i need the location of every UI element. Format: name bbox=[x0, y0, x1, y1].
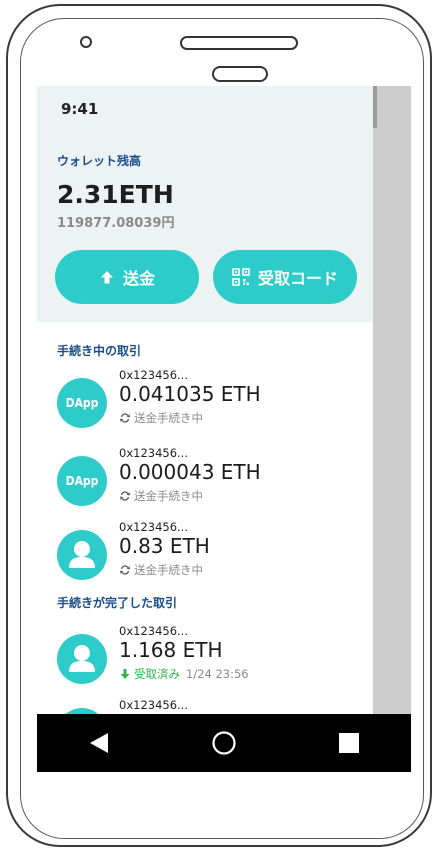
tx-status: 受取済み 1/24 23:56 bbox=[119, 666, 249, 682]
completed-tx-item[interactable]: 0x123456... 1.168 ETH 受取済み 1/24 23:56 bbox=[57, 624, 367, 696]
camera-icon bbox=[80, 36, 92, 48]
tx-status: 送金手続き中 bbox=[119, 410, 203, 426]
scrollbar[interactable] bbox=[373, 86, 411, 714]
scrollbar-thumb[interactable] bbox=[373, 86, 377, 128]
pending-tx-item[interactable]: DApp 0x123456... 0.000043 ETH 送金手続き中 bbox=[57, 446, 367, 518]
tx-status: 送金手続き中 bbox=[119, 562, 203, 578]
tx-amount: 0.000043 ETH bbox=[119, 460, 261, 484]
user-avatar-icon bbox=[57, 530, 107, 580]
arrow-down-icon bbox=[119, 668, 131, 680]
home-icon[interactable] bbox=[204, 723, 244, 763]
pending-section-title: 手続き中の取引 bbox=[57, 344, 142, 358]
sync-icon bbox=[119, 564, 131, 576]
android-navbar bbox=[37, 714, 411, 772]
pending-tx-item[interactable]: 0x123456... 0.83 ETH 送金手続き中 bbox=[57, 520, 367, 592]
recents-icon[interactable] bbox=[329, 723, 369, 763]
receive-code-button[interactable]: 受取コード bbox=[213, 250, 357, 304]
qr-code-icon bbox=[232, 268, 250, 286]
receive-code-button-label: 受取コード bbox=[257, 269, 338, 288]
tx-address: 0x123456... bbox=[119, 520, 188, 534]
sync-icon bbox=[119, 412, 131, 424]
tx-status-label: 送金手続き中 bbox=[134, 411, 203, 425]
tx-amount: 0.83 ETH bbox=[119, 534, 210, 558]
dapp-avatar: DApp bbox=[57, 456, 107, 506]
tx-address: 0x123456... bbox=[119, 698, 188, 712]
sensor-icon bbox=[212, 66, 268, 82]
tx-status-label: 受取済み bbox=[134, 667, 180, 681]
tx-date: 1/24 23:56 bbox=[186, 667, 249, 681]
tx-address: 0x123456... bbox=[119, 446, 188, 460]
user-avatar-icon bbox=[57, 634, 107, 684]
tx-address: 0x123456... bbox=[119, 624, 188, 638]
tx-status: 送金手続き中 bbox=[119, 488, 203, 504]
wallet-balance-label: ウォレット残高 bbox=[57, 154, 142, 168]
sync-icon bbox=[119, 490, 131, 502]
dapp-avatar: DApp bbox=[57, 378, 107, 428]
wallet-balance-fiat: 119877.08039円 bbox=[57, 216, 175, 231]
completed-section-title: 手続きが完了した取引 bbox=[57, 596, 178, 610]
back-icon[interactable] bbox=[79, 723, 119, 763]
send-button-label: 送金 bbox=[122, 269, 155, 288]
arrow-up-icon bbox=[99, 269, 115, 285]
dapp-avatar-label: DApp bbox=[65, 474, 99, 488]
app-screen: 9:41 ウォレット残高 2.31ETH 119877.08039円 送金 受取… bbox=[37, 86, 411, 772]
tx-status-label: 送金手続き中 bbox=[134, 563, 203, 577]
tx-amount: 1.168 ETH bbox=[119, 638, 223, 662]
wallet-header: 9:41 ウォレット残高 2.31ETH 119877.08039円 送金 受取… bbox=[37, 86, 373, 322]
tx-amount: 0.041035 ETH bbox=[119, 382, 261, 406]
status-time: 9:41 bbox=[61, 100, 99, 118]
speaker-grille bbox=[180, 36, 298, 50]
send-button[interactable]: 送金 bbox=[55, 250, 199, 304]
wallet-balance: 2.31ETH bbox=[57, 180, 174, 209]
tx-address: 0x123456... bbox=[119, 368, 188, 382]
dapp-avatar-label: DApp bbox=[65, 396, 99, 410]
pending-tx-item[interactable]: DApp 0x123456... 0.041035 ETH 送金手続き中 bbox=[57, 368, 367, 440]
tx-status-label: 送金手続き中 bbox=[134, 489, 203, 503]
